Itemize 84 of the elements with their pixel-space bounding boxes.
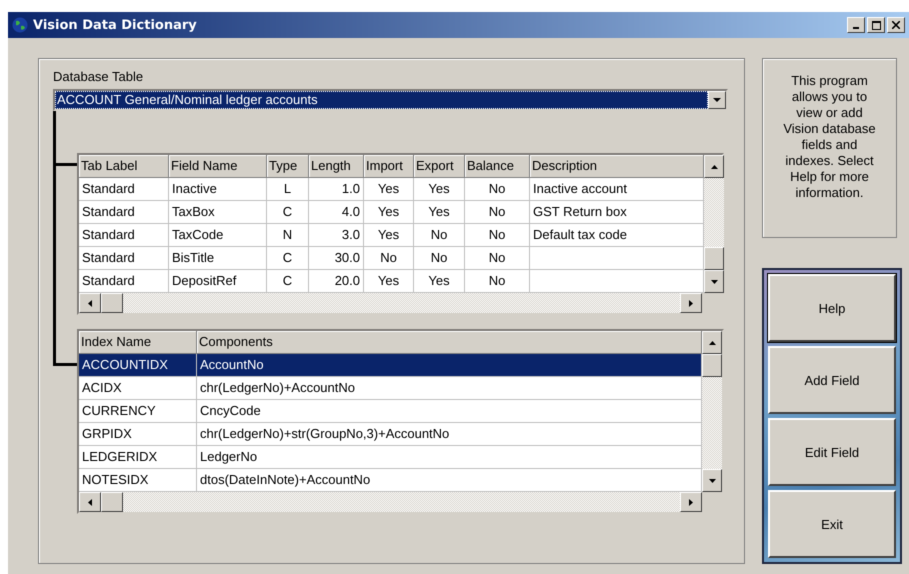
table-cell: Standard xyxy=(79,201,169,224)
index-row[interactable]: LEDGERIDX LedgerNo xyxy=(79,446,702,469)
table-cell: TaxBox xyxy=(169,201,267,224)
close-icon xyxy=(892,21,900,29)
table-cell: LEDGERIDX xyxy=(79,446,197,469)
table-cell: No xyxy=(465,247,530,270)
action-button[interactable]: Exit xyxy=(768,490,896,558)
scroll-thumb[interactable] xyxy=(702,354,722,377)
scroll-thumb[interactable] xyxy=(101,492,123,512)
action-button[interactable]: Edit Field xyxy=(768,418,896,486)
column-header[interactable]: Description xyxy=(530,155,704,178)
column-header[interactable]: Type xyxy=(267,155,309,178)
column-header[interactable]: Components xyxy=(197,331,702,354)
table-cell: L xyxy=(267,178,309,201)
table-cell: No xyxy=(414,247,465,270)
info-text: This program allows you to view or add Vision database fields and indexes. Select Help for more information. xyxy=(782,73,877,202)
table-cell: 1.0 xyxy=(309,178,364,201)
action-button[interactable]: Add Field xyxy=(768,346,896,414)
right-arrow-icon xyxy=(689,498,693,506)
table-cell: 3.0 xyxy=(309,224,364,247)
horizontal-scrollbar[interactable] xyxy=(79,293,702,313)
database-table-dropdown[interactable]: ACCOUNT General/Nominal ledger accounts xyxy=(53,89,728,111)
table-cell: Standard xyxy=(79,178,169,201)
table-cell: Inactive xyxy=(169,178,267,201)
table-cell: ACCOUNTIDX xyxy=(79,354,197,377)
vertical-scrollbar[interactable] xyxy=(702,331,722,492)
action-button[interactable]: Help xyxy=(768,274,896,342)
table-cell: C xyxy=(267,201,309,224)
window-title: Vision Data Dictionary xyxy=(33,18,197,32)
down-arrow-icon xyxy=(710,280,718,284)
scroll-thumb[interactable] xyxy=(704,247,724,270)
table-cell: CncyCode xyxy=(197,400,702,423)
table-cell: chr(LedgerNo)+AccountNo xyxy=(197,377,702,400)
right-arrow-icon xyxy=(689,300,693,306)
up-arrow-icon xyxy=(708,340,716,344)
column-header[interactable]: Tab Label xyxy=(79,155,169,178)
database-table-label: Database Table xyxy=(53,69,144,84)
dropdown-arrow-icon xyxy=(713,98,721,102)
table-cell: 4.0 xyxy=(309,201,364,224)
column-header[interactable]: Field Name xyxy=(169,155,267,178)
table-cell: Yes xyxy=(414,201,465,224)
table-cell: Yes xyxy=(414,178,465,201)
minimize-button[interactable] xyxy=(847,17,865,33)
table-cell: CURRENCY xyxy=(79,400,197,423)
table-cell: GRPIDX xyxy=(79,423,197,446)
index-row[interactable]: GRPIDX chr(LedgerNo)+str(GroupNo,3)+AccountNo xyxy=(79,423,702,446)
table-cell: BisTitle xyxy=(169,247,267,270)
table-cell: Standard xyxy=(79,224,169,247)
left-arrow-icon xyxy=(88,498,92,506)
column-header[interactable]: Import xyxy=(364,155,414,178)
index-row[interactable]: ACCOUNTIDX AccountNo xyxy=(79,354,702,377)
table-cell: ACIDX xyxy=(79,377,197,400)
index-row[interactable]: CURRENCY CncyCode xyxy=(79,400,702,423)
table-cell: C xyxy=(267,247,309,270)
table-cell: Yes xyxy=(364,224,414,247)
left-arrow-icon xyxy=(88,300,92,306)
table-cell: LedgerNo xyxy=(197,446,702,469)
down-arrow-icon xyxy=(708,478,716,482)
up-arrow-icon xyxy=(710,164,718,168)
globe-icon xyxy=(12,17,28,33)
column-header[interactable]: Length xyxy=(309,155,364,178)
index-row[interactable]: ACIDX chr(LedgerNo)+AccountNo xyxy=(79,377,702,400)
table-cell: Yes xyxy=(364,201,414,224)
table-cell: TaxCode xyxy=(169,224,267,247)
vertical-scrollbar[interactable] xyxy=(704,155,724,293)
table-cell: Standard xyxy=(79,247,169,270)
maximize-icon xyxy=(872,20,880,30)
table-cell: No xyxy=(465,224,530,247)
table-cell: chr(LedgerNo)+str(GroupNo,3)+AccountNo xyxy=(197,423,702,446)
column-header[interactable]: Export xyxy=(414,155,465,178)
column-header[interactable]: Index Name xyxy=(79,331,197,354)
horizontal-scrollbar[interactable] xyxy=(79,492,702,512)
table-cell: N xyxy=(267,224,309,247)
close-button[interactable] xyxy=(887,17,905,33)
table-cell: AccountNo xyxy=(197,354,702,377)
table-cell: No xyxy=(465,201,530,224)
scroll-thumb[interactable] xyxy=(101,293,123,313)
table-cell: Yes xyxy=(364,178,414,201)
table-cell: No xyxy=(465,178,530,201)
table-cell: No xyxy=(364,247,414,270)
table-cell: No xyxy=(414,224,465,247)
table-cell: 30.0 xyxy=(309,247,364,270)
column-header[interactable]: Balance xyxy=(465,155,530,178)
maximize-button[interactable] xyxy=(867,17,885,33)
